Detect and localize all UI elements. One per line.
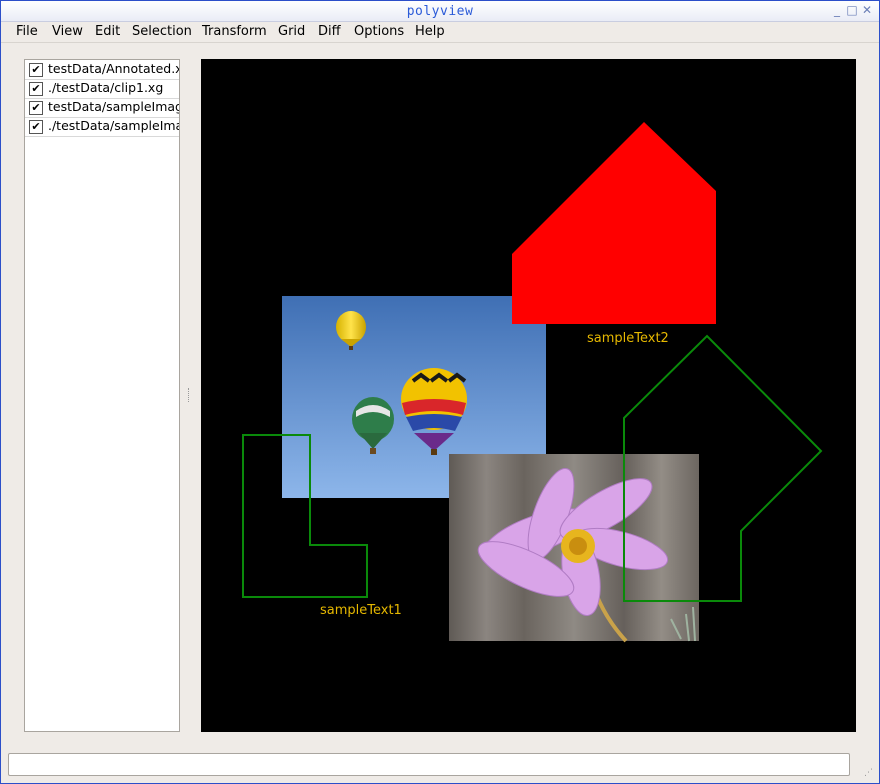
file-list-item[interactable]: ✔ ./testData/clip1.xg <box>25 79 179 99</box>
file-label: ./testData/sampleIma <box>48 118 180 133</box>
file-label: ./testData/clip1.xg <box>48 80 164 95</box>
menu-diff[interactable]: Diff <box>318 24 341 39</box>
checkbox-checked-icon[interactable]: ✔ <box>29 120 43 134</box>
menu-transform[interactable]: Transform <box>202 24 267 39</box>
window-title: polyview <box>406 4 474 19</box>
file-list-item[interactable]: ✔ ./testData/sampleIma <box>25 117 179 137</box>
pink-cosmos-flower-photo <box>449 454 699 643</box>
panel-splitter-handle[interactable] <box>188 388 191 402</box>
file-list-item[interactable]: ✔ testData/sampleImag <box>25 98 179 118</box>
close-icon[interactable]: ✕ <box>861 4 873 16</box>
drawing-canvas[interactable]: sampleText1 sampleText2 <box>201 59 856 732</box>
menu-file[interactable]: File <box>16 24 38 39</box>
window-controls: _ □ ✕ <box>831 4 873 16</box>
menu-help[interactable]: Help <box>415 24 445 39</box>
status-bar-input[interactable] <box>8 753 850 776</box>
menu-selection[interactable]: Selection <box>132 24 192 39</box>
file-list-panel[interactable]: ✔ testData/Annotated.x ✔ ./testData/clip… <box>24 59 180 732</box>
sample-text-1-label: sampleText1 <box>320 603 402 618</box>
minimize-icon[interactable]: _ <box>831 4 843 16</box>
checkbox-checked-icon[interactable]: ✔ <box>29 101 43 115</box>
menu-options[interactable]: Options <box>354 24 404 39</box>
sample-text-2-label: sampleText2 <box>587 331 669 346</box>
checkbox-checked-icon[interactable]: ✔ <box>29 82 43 96</box>
resize-grip-icon[interactable]: ⋰ <box>864 768 874 778</box>
file-label: testData/Annotated.x <box>48 61 180 76</box>
red-filled-polygon[interactable] <box>512 122 716 324</box>
maximize-icon[interactable]: □ <box>846 4 858 16</box>
file-list-item[interactable]: ✔ testData/Annotated.x <box>25 60 179 80</box>
menu-edit[interactable]: Edit <box>95 24 120 39</box>
checkbox-checked-icon[interactable]: ✔ <box>29 63 43 77</box>
menu-view[interactable]: View <box>52 24 83 39</box>
menu-grid[interactable]: Grid <box>278 24 305 39</box>
file-label: testData/sampleImag <box>48 99 180 114</box>
canvas-svg: sampleText1 sampleText2 <box>242 122 823 643</box>
menu-bar: File View Edit Selection Transform Grid … <box>1 22 879 43</box>
title-bar[interactable]: polyview _ □ ✕ <box>1 1 879 22</box>
